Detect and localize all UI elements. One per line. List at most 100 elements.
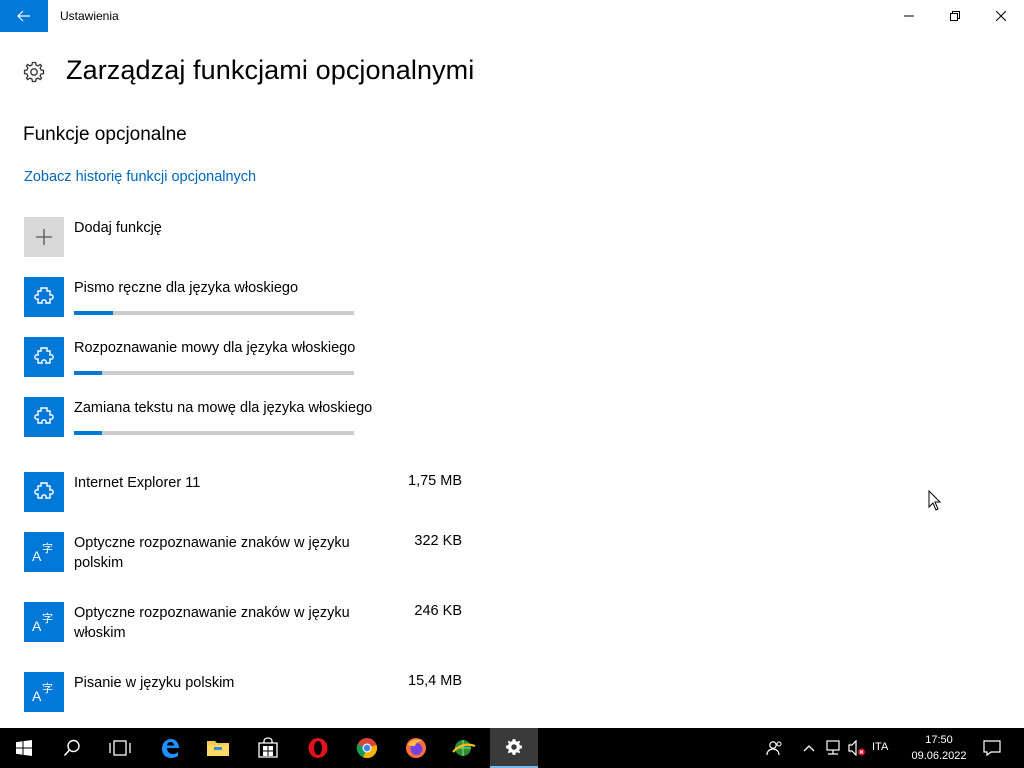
- network-icon: [826, 740, 840, 755]
- add-tile: [24, 217, 64, 257]
- item-name: Pismo ręczne dla języka włoskiego: [74, 280, 299, 296]
- people-icon: [766, 741, 782, 756]
- title-bar: Ustawienia: [0, 0, 1024, 32]
- firefox-icon: [406, 738, 426, 758]
- people-button[interactable]: [762, 728, 786, 768]
- section-title: Funkcje opcjonalne: [23, 124, 187, 145]
- progress-bar: [74, 311, 354, 315]
- item-name: Rozpoznawanie mowy dla języka włoskiego: [74, 340, 356, 356]
- installed-item[interactable]: Internet Explorer 11 1,75 MB: [24, 472, 464, 512]
- page-title: Zarządzaj funkcjami opcjonalnymi: [66, 55, 475, 85]
- minimize-button[interactable]: [886, 0, 932, 32]
- puzzle-tile: [24, 277, 64, 317]
- progress-fill: [74, 371, 102, 375]
- item-name: Zamiana tekstu na mowę dla języka włoski…: [74, 400, 373, 416]
- back-arrow-icon: [17, 10, 30, 22]
- language-icon: A字: [32, 541, 53, 564]
- notifications-icon: [983, 740, 1001, 756]
- store-button[interactable]: [244, 728, 292, 768]
- volume-button[interactable]: [846, 728, 868, 768]
- language-tile: A字: [24, 602, 64, 642]
- progress-bar: [74, 431, 354, 435]
- taskbar: ITA 17:50 09.06.2022: [0, 728, 1024, 768]
- chrome-button[interactable]: [343, 728, 391, 768]
- volume-muted-icon: [848, 740, 865, 756]
- svg-text:A: A: [32, 618, 42, 634]
- item-name: Internet Explorer 11: [74, 475, 201, 491]
- item-size: 246 KB: [414, 603, 462, 619]
- item-name: Pisanie w języku polskim: [74, 675, 235, 691]
- action-center-button[interactable]: [978, 728, 1006, 768]
- puzzle-tile: [24, 397, 64, 437]
- puzzle-tile: [24, 337, 64, 377]
- file-explorer-button[interactable]: [194, 728, 242, 768]
- add-feature-label: Dodaj funkcję: [74, 220, 162, 236]
- restore-icon: [950, 11, 960, 21]
- puzzle-icon: [34, 287, 54, 304]
- language-icon: A字: [32, 611, 53, 634]
- svg-text:字: 字: [42, 611, 53, 625]
- plus-icon: [36, 229, 52, 245]
- clock[interactable]: 17:50 09.06.2022: [908, 732, 970, 764]
- opera-icon: [308, 738, 328, 758]
- show-hidden-icons-button[interactable]: [800, 728, 818, 768]
- chevron-up-icon: [803, 745, 815, 752]
- opera-button[interactable]: [294, 728, 342, 768]
- file-explorer-icon: [207, 741, 229, 756]
- puzzle-icon: [34, 482, 54, 499]
- item-name: Optyczne rozpoznawanie znaków w języku w…: [74, 605, 350, 641]
- back-button[interactable]: [0, 0, 48, 32]
- search-icon: [63, 739, 80, 757]
- item-name: Optyczne rozpoznawanie znaków w języku p…: [74, 535, 350, 571]
- puzzle-icon: [34, 407, 54, 424]
- task-view-button[interactable]: [96, 728, 144, 768]
- edge-button[interactable]: [146, 728, 194, 768]
- installing-item[interactable]: Pismo ręczne dla języka włoskiego: [24, 277, 424, 317]
- item-size: 1,75 MB: [408, 473, 462, 489]
- svg-text:字: 字: [42, 541, 53, 555]
- add-feature-button[interactable]: Dodaj funkcję: [24, 217, 424, 257]
- network-status-button[interactable]: [822, 728, 844, 768]
- language-icon: A字: [32, 681, 53, 704]
- installed-item[interactable]: A字 Optyczne rozpoznawanie znaków w język…: [24, 602, 464, 642]
- minimize-icon: [904, 15, 914, 17]
- language-tile: A字: [24, 532, 64, 572]
- progress-fill: [74, 311, 114, 315]
- start-button[interactable]: [0, 728, 48, 768]
- puzzle-tile: [24, 472, 64, 512]
- chrome-icon: [356, 738, 378, 759]
- svg-text:A: A: [32, 548, 42, 564]
- network-app-icon: [452, 740, 476, 756]
- installing-item[interactable]: Zamiana tekstu na mowę dla języka włoski…: [24, 397, 424, 437]
- start-icon: [16, 740, 32, 756]
- restore-button[interactable]: [932, 0, 978, 32]
- gear-icon: [23, 61, 45, 83]
- network-app-button[interactable]: [440, 728, 488, 768]
- progress-bar: [74, 371, 354, 375]
- task-view-icon: [109, 740, 131, 756]
- item-size: 15,4 MB: [408, 673, 462, 689]
- clock-date: 09.06.2022: [911, 750, 967, 762]
- firefox-button[interactable]: [392, 728, 440, 768]
- language-tile: A字: [24, 672, 64, 712]
- installing-item[interactable]: Rozpoznawanie mowy dla języka włoskiego: [24, 337, 424, 377]
- svg-text:字: 字: [42, 681, 53, 695]
- svg-text:A: A: [32, 688, 42, 704]
- store-icon: [258, 737, 278, 758]
- settings-icon: [506, 739, 522, 755]
- item-size: 322 KB: [414, 533, 462, 549]
- edge-icon: [162, 739, 179, 758]
- search-button[interactable]: [48, 728, 96, 768]
- installed-item[interactable]: A字 Pisanie w języku polskim 15,4 MB: [24, 672, 464, 712]
- close-button[interactable]: [978, 0, 1024, 32]
- puzzle-icon: [34, 347, 54, 364]
- app-title: Ustawienia: [60, 9, 119, 23]
- history-link[interactable]: Zobacz historię funkcji opcjonalnych: [24, 169, 256, 185]
- installed-item[interactable]: A字 Optyczne rozpoznawanie znaków w język…: [24, 532, 464, 572]
- mouse-cursor-icon: [928, 490, 942, 511]
- settings-taskbar-button[interactable]: [490, 728, 538, 768]
- input-language-indicator[interactable]: ITA: [872, 741, 888, 753]
- close-icon: [996, 11, 1006, 21]
- progress-fill: [74, 431, 102, 435]
- clock-time: 17:50: [925, 734, 953, 746]
